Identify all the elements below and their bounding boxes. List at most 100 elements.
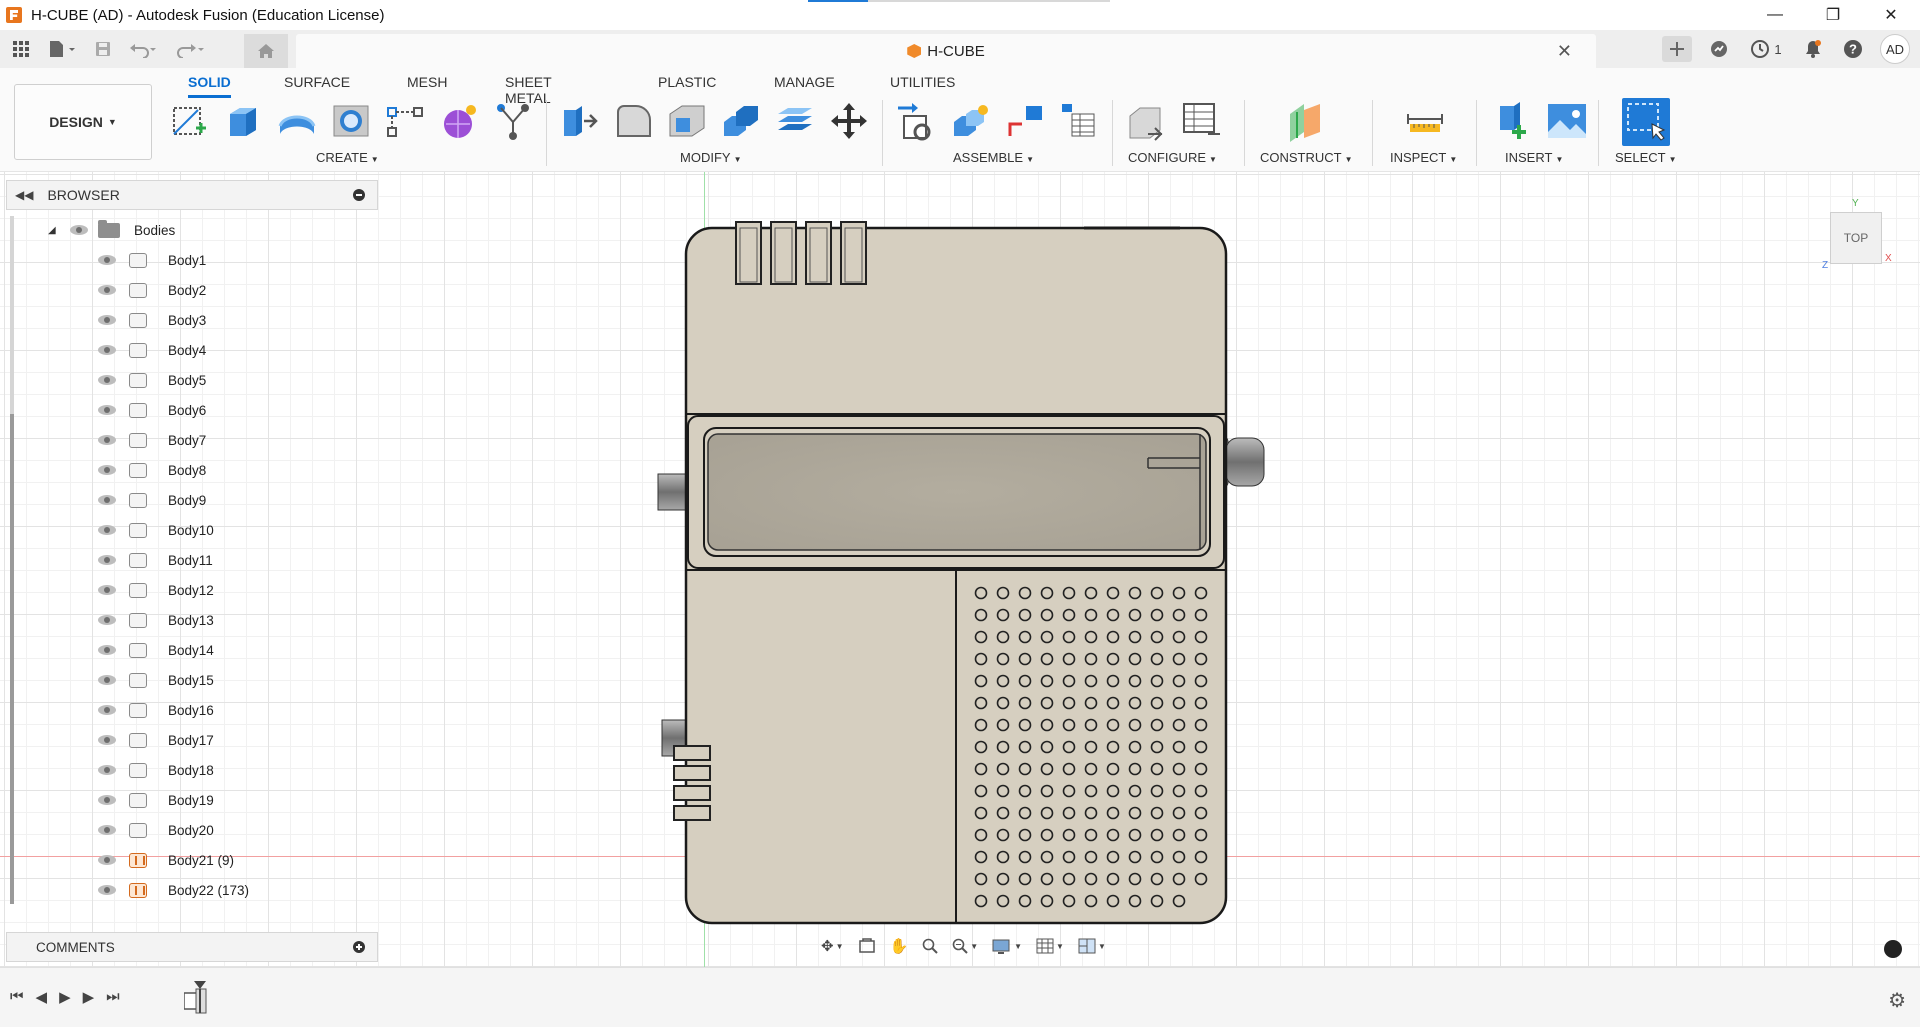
tab-manage[interactable]: MANAGE (774, 74, 835, 98)
timeline-marker[interactable] (183, 981, 207, 1015)
insert-derive-tool[interactable] (1492, 100, 1534, 142)
visibility-eye-icon[interactable] (98, 764, 116, 776)
shell-tool[interactable] (666, 100, 708, 142)
visibility-eye-icon[interactable] (98, 704, 116, 716)
create-menu[interactable]: CREATE ▼ (316, 150, 379, 165)
joint-tool[interactable] (950, 100, 992, 142)
revolve-tool[interactable] (276, 100, 318, 142)
expand-triangle-icon[interactable]: ◢ (48, 225, 62, 236)
orbit-icon[interactable]: ✥ ▼ (816, 934, 849, 958)
browser-body-row[interactable]: Body6 (98, 398, 206, 422)
new-component-tool[interactable] (896, 100, 938, 142)
tab-solid[interactable]: SOLID (188, 74, 231, 98)
combine-tool[interactable] (720, 100, 762, 142)
collapse-panel-icon[interactable]: ◀◀ (15, 188, 33, 202)
visibility-eye-icon[interactable] (98, 344, 116, 356)
configuration-table-tool[interactable] (1180, 100, 1222, 142)
visibility-eye-icon[interactable] (98, 314, 116, 326)
visibility-eye-icon[interactable] (98, 494, 116, 506)
browser-body-row[interactable]: Body10 (98, 518, 214, 542)
look-at-icon[interactable] (853, 934, 881, 958)
visibility-eye-icon[interactable] (70, 224, 88, 236)
browser-scrollbar-thumb[interactable] (10, 414, 14, 904)
insert-menu[interactable]: INSERT ▼ (1505, 150, 1563, 165)
tab-mesh[interactable]: MESH (407, 74, 447, 98)
browser-body-row[interactable]: Body13 (98, 608, 214, 632)
browser-body-row[interactable]: Body4 (98, 338, 206, 362)
go-to-end-icon[interactable]: ⏭ (106, 988, 120, 1006)
visibility-eye-icon[interactable] (98, 554, 116, 566)
browser-body-row[interactable]: Body14 (98, 638, 214, 662)
visibility-eye-icon[interactable] (98, 434, 116, 446)
press-pull-tool[interactable] (558, 100, 600, 142)
browser-body-row[interactable]: Body3 (98, 308, 206, 332)
modify-menu[interactable]: MODIFY ▼ (680, 150, 741, 165)
design-canvas[interactable] (0, 172, 1920, 967)
help-icon[interactable]: ? (1840, 36, 1866, 62)
file-menu-icon[interactable] (42, 36, 82, 62)
extensions-icon[interactable] (1706, 36, 1732, 62)
notifications-bell-icon[interactable] (1800, 36, 1826, 62)
visibility-eye-icon[interactable] (98, 404, 116, 416)
create-form-tool[interactable] (438, 100, 480, 142)
pattern-tool[interactable] (384, 100, 426, 142)
user-avatar[interactable]: AD (1880, 34, 1910, 64)
job-status-icon[interactable]: 1 (1746, 36, 1786, 62)
measure-tool[interactable] (1404, 100, 1446, 142)
save-icon[interactable] (90, 36, 116, 62)
visibility-eye-icon[interactable] (98, 734, 116, 746)
visibility-eye-icon[interactable] (98, 674, 116, 686)
undo-icon[interactable] (124, 36, 164, 62)
visibility-eye-icon[interactable] (98, 524, 116, 536)
configuration-tool[interactable] (1126, 100, 1168, 142)
fit-zoom-icon[interactable]: ▼ (947, 934, 983, 958)
offset-face-tool[interactable] (774, 100, 816, 142)
browser-body-row[interactable]: Body9 (98, 488, 206, 512)
create-sketch-tool[interactable] (168, 100, 210, 142)
browser-body-row[interactable]: Body19 (98, 788, 214, 812)
bodies-folder-row[interactable]: ◢ Bodies (48, 218, 175, 242)
browser-body-row[interactable]: Body21 (9) (98, 848, 234, 872)
browser-body-row[interactable]: Body5 (98, 368, 206, 392)
visibility-eye-icon[interactable] (98, 854, 116, 866)
browser-body-row[interactable]: Body15 (98, 668, 214, 692)
extrude-tool[interactable] (222, 100, 264, 142)
inspect-menu[interactable]: INSPECT ▼ (1390, 150, 1457, 165)
derive-tool[interactable] (492, 100, 534, 142)
visibility-eye-icon[interactable] (98, 464, 116, 476)
browser-body-row[interactable]: Body2 (98, 278, 206, 302)
minimize-button[interactable]: — (1746, 0, 1804, 30)
visibility-eye-icon[interactable] (98, 374, 116, 386)
comments-panel-header[interactable]: COMMENTS (6, 932, 378, 962)
timeline-settings-gear-icon[interactable]: ⚙ (1888, 988, 1906, 1013)
bill-of-materials-tool[interactable] (1058, 100, 1100, 142)
minimize-browser-icon[interactable] (353, 189, 365, 201)
browser-body-row[interactable]: Body17 (98, 728, 214, 752)
browser-body-row[interactable]: Body11 (98, 548, 213, 572)
redo-icon[interactable] (172, 36, 212, 62)
add-comment-icon[interactable] (353, 941, 365, 953)
zoom-icon[interactable] (917, 934, 943, 958)
grid-snaps-icon[interactable]: ▼ (1031, 934, 1069, 958)
visibility-eye-icon[interactable] (98, 254, 116, 266)
close-window-button[interactable]: ✕ (1862, 0, 1920, 30)
as-built-joint-tool[interactable] (1004, 100, 1046, 142)
document-tab[interactable]: H-CUBE ✕ (296, 34, 1596, 68)
browser-body-row[interactable]: Body12 (98, 578, 214, 602)
play-icon[interactable]: ▶ (59, 988, 71, 1006)
pan-hand-icon[interactable]: ✋ (885, 934, 914, 958)
hole-tool[interactable] (330, 100, 372, 142)
visibility-eye-icon[interactable] (98, 284, 116, 296)
close-tab-button[interactable]: ✕ (1557, 41, 1572, 62)
configure-menu[interactable]: CONFIGURE ▼ (1128, 150, 1217, 165)
browser-panel-header[interactable]: ◀◀ BROWSER (6, 180, 378, 210)
maximize-button[interactable]: ❐ (1804, 0, 1862, 30)
step-forward-icon[interactable]: ▶ (83, 988, 95, 1006)
fillet-tool[interactable] (612, 100, 654, 142)
home-tab[interactable] (244, 34, 288, 68)
browser-body-row[interactable]: Body22 (173) (98, 878, 249, 902)
construct-menu[interactable]: CONSTRUCT ▼ (1260, 150, 1353, 165)
view-cube[interactable]: TOP (1830, 212, 1882, 264)
go-to-start-icon[interactable]: ⏮ (10, 988, 24, 1006)
viewports-icon[interactable]: ▼ (1073, 934, 1111, 958)
